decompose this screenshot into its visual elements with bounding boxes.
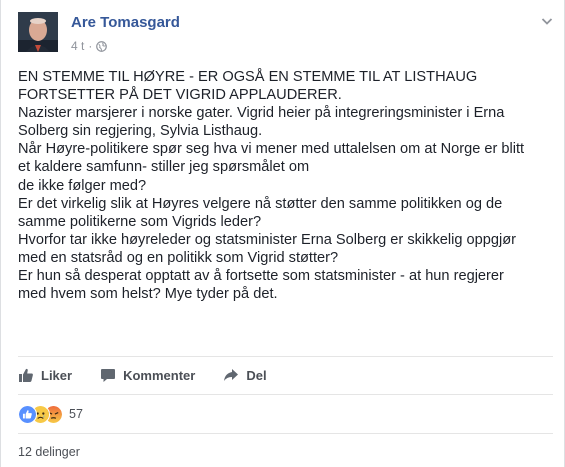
post-line: med hvem som helst? Mye tyder på det. xyxy=(18,286,278,303)
post-line: FORTSETTER PÅ DET VIGRID APPLAUDERER. xyxy=(18,87,342,104)
post-text: EN STEMME TIL HØYRE - ER OGSÅ EN STEMME … xyxy=(18,68,553,303)
post-line: Er hun så desperat opptatt av å fortsett… xyxy=(18,268,504,285)
post-line: EN STEMME TIL HØYRE - ER OGSÅ EN STEMME … xyxy=(18,69,478,85)
post-line: Når Høyre-politikere spør seg hva vi men… xyxy=(18,141,525,158)
comment-icon xyxy=(101,369,116,382)
post-line: Hvorfor tar ikke høyreleder og statsmini… xyxy=(18,231,516,248)
share-button[interactable]: Del xyxy=(223,367,267,383)
chevron-down-icon[interactable] xyxy=(540,14,554,28)
thumbs-up-icon xyxy=(19,368,33,382)
avatar[interactable] xyxy=(18,12,58,52)
post-line: de ikke følger med? xyxy=(18,177,147,194)
post-meta: 4 t · xyxy=(71,39,108,53)
divider xyxy=(18,394,553,395)
share-icon xyxy=(224,369,239,381)
divider xyxy=(18,433,553,434)
meta-separator: · xyxy=(88,39,93,53)
comment-button[interactable]: Kommenter xyxy=(100,367,195,383)
author-name[interactable]: Are Tomasgard xyxy=(71,14,180,31)
post-line: et kaldere samfunn- stiller jeg spørsmål… xyxy=(18,159,310,176)
like-button[interactable]: Liker xyxy=(18,367,72,383)
post-time[interactable]: 4 t xyxy=(71,39,84,53)
like-label: Liker xyxy=(41,367,73,383)
comment-label: Kommenter xyxy=(123,367,196,383)
post-line: Er det virkelig slik at Høyres velgere n… xyxy=(18,195,503,212)
reaction-summary[interactable]: 57 xyxy=(18,404,83,424)
post-line: Nazister marsjerer i norske gater. Vigri… xyxy=(18,105,505,122)
post-line: med en statsråd og en politikk som Vigri… xyxy=(18,249,339,266)
like-icon xyxy=(18,404,37,424)
post-header: Are Tomasgard 4 t · xyxy=(18,12,558,58)
globe-icon xyxy=(96,40,108,52)
post-line: samme politikerne som Vigrids leder? xyxy=(18,213,262,230)
avatar-image xyxy=(18,12,58,52)
reaction-count: 57 xyxy=(69,407,83,421)
action-bar: Liker Kommenter Del xyxy=(18,364,553,386)
post-card: Are Tomasgard 4 t · EN STEMME TIL HØYRE … xyxy=(0,0,565,467)
share-label: Del xyxy=(246,367,267,383)
divider xyxy=(18,356,553,357)
post-line: Solberg sin regjering, Sylvia Listhaug. xyxy=(18,123,263,140)
shares-count[interactable]: 12 delinger xyxy=(18,445,80,459)
